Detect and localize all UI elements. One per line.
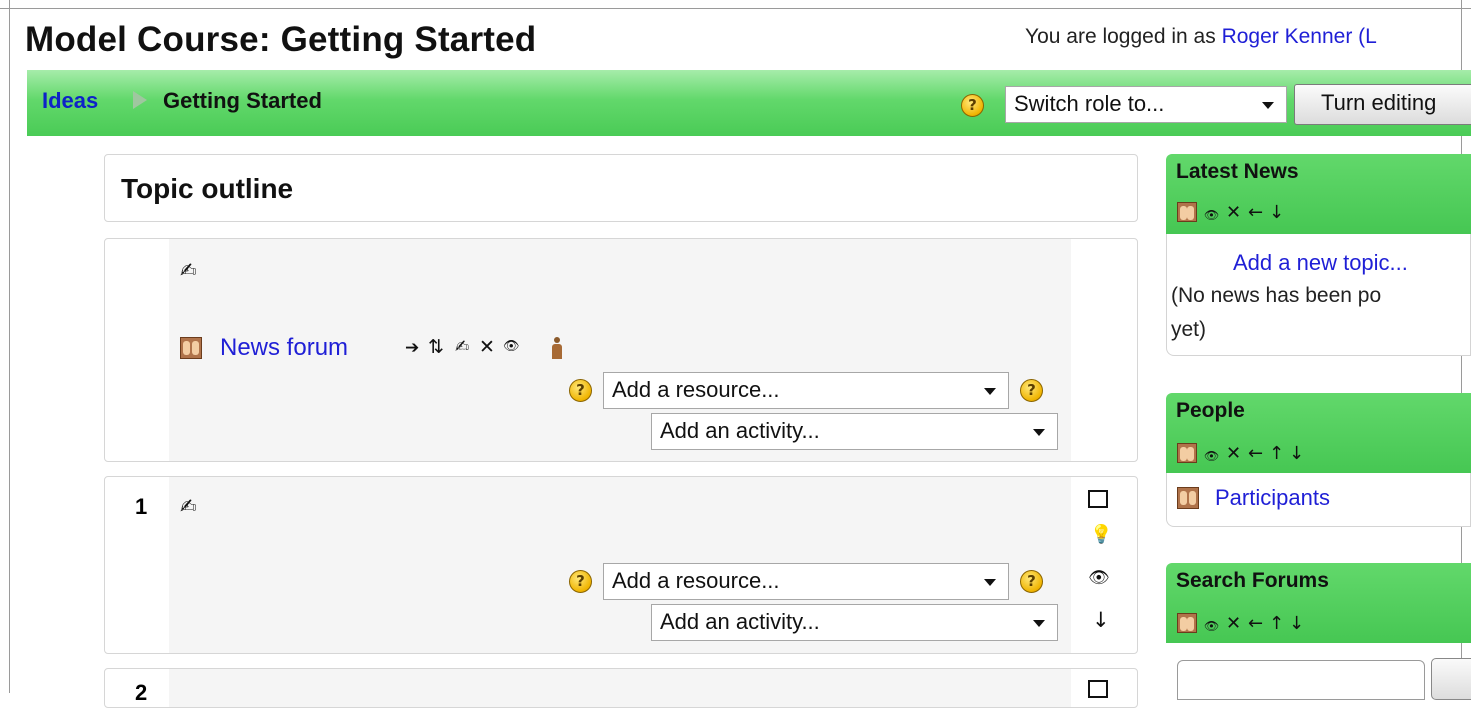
add-activity-select[interactable]: Add an activity... [651,413,1058,450]
move-down-icon[interactable]: ↓ [1092,610,1110,631]
move-left-icon[interactable]: ← [1248,204,1263,222]
section-2-number: 2 [135,680,148,705]
move-left-icon[interactable]: ← [1248,615,1263,633]
add-new-topic-link[interactable]: Add a new topic... [1233,250,1408,276]
add-activity-select[interactable]: Add an activity... [651,604,1058,641]
course-section-2 [104,668,1138,708]
chevron-down-icon [1033,429,1045,436]
move-up-icon[interactable]: ↑ [1269,615,1284,633]
hide-block-icon[interactable]: 👁 [1204,450,1219,462]
frame-top-border [0,8,1471,9]
search-forums-button[interactable] [1431,658,1471,700]
delete-block-icon[interactable]: ✕ [1226,445,1241,463]
login-info: You are logged in as Roger Kenner (L [1025,25,1377,49]
switch-role-help-icon[interactable]: ? [961,94,984,117]
add-activity-help-icon[interactable]: ? [1020,570,1043,593]
breadcrumb-separator-icon [133,91,147,109]
no-news-text-cont: yet) [1171,318,1207,341]
latest-news-block-header: Latest News [1166,154,1471,234]
no-news-text: (No news has been po [1171,284,1382,307]
participants-icon [1177,487,1199,509]
hide-block-icon[interactable]: 👁 [1204,620,1219,632]
turn-editing-button[interactable]: Turn editing [1294,84,1471,125]
add-activity-select-value: Add an activity... [660,609,820,634]
topic-outline-header: Topic outline [104,154,1138,222]
move-down-icon[interactable]: ↓ [1269,204,1284,222]
group-mode-icon[interactable] [552,337,562,359]
logout-link[interactable]: (L [1358,25,1377,48]
add-resource-help-icon[interactable]: ? [569,570,592,593]
edit-summary-icon[interactable]: ✍ [180,260,197,280]
breadcrumb-current: Getting Started [163,88,322,113]
add-activity-select-value: Add an activity... [660,418,820,443]
highlight-bulb-icon[interactable]: 💡 [1090,526,1112,544]
people-title: People [1176,399,1245,422]
latest-news-title: Latest News [1176,160,1299,183]
move-left-icon[interactable]: ← [1248,445,1263,463]
section-2-content [169,669,1071,707]
assign-roles-icon[interactable] [1177,613,1197,633]
assign-roles-icon[interactable] [1177,443,1197,463]
chevron-down-icon [984,579,996,586]
switch-role-select-value: Switch role to... [1014,91,1165,116]
add-resource-select[interactable]: Add a resource... [603,372,1009,409]
participants-link[interactable]: Participants [1215,485,1330,511]
add-resource-select-value: Add a resource... [612,568,780,593]
hide-block-icon[interactable]: 👁 [1204,209,1219,221]
login-prefix: You are logged in as [1025,25,1216,48]
people-block-body: Participants [1166,473,1471,527]
frame-left-border [9,0,10,693]
search-forums-input[interactable] [1177,660,1425,700]
add-resource-select-value: Add a resource... [612,377,780,402]
edit-summary-icon[interactable]: ✍ [180,496,197,516]
course-title: Model Course: Getting Started [25,20,537,59]
user-profile-link[interactable]: Roger Kenner [1222,25,1353,48]
edit-icon[interactable]: ✍ [455,339,469,356]
move-down-icon[interactable]: ↓ [1289,445,1304,463]
topic-outline-title: Topic outline [121,173,294,204]
chevron-down-icon [1033,620,1045,627]
forum-icon [180,337,202,359]
assign-roles-icon[interactable] [1177,202,1197,222]
move-icon[interactable]: ⇅ [428,338,444,357]
chevron-down-icon [1262,102,1274,109]
delete-block-icon[interactable]: ✕ [1226,615,1241,633]
mark-current-box-icon[interactable] [1088,680,1108,698]
switch-role-select[interactable]: Switch role to... [1005,86,1287,123]
chevron-down-icon [984,388,996,395]
add-activity-help-icon[interactable]: ? [1020,379,1043,402]
eye-icon[interactable]: 👁 [1088,570,1110,587]
breadcrumb-ideas-link[interactable]: Ideas [42,88,98,114]
move-down-icon[interactable]: ↓ [1289,615,1304,633]
mark-current-box-icon[interactable] [1088,490,1108,508]
delete-block-icon[interactable]: ✕ [1226,204,1241,222]
news-forum-link[interactable]: News forum [220,334,348,362]
show-hide-icon[interactable]: 👁 [503,340,520,353]
move-right-icon[interactable]: ➔ [405,340,419,357]
add-resource-help-icon[interactable]: ? [569,379,592,402]
delete-icon[interactable]: ✕ [479,338,495,357]
search-forums-title: Search Forums [1176,569,1329,592]
section-1-number: 1 [135,494,148,519]
latest-news-block-body: Add a new topic... (No news has been po … [1166,234,1471,356]
move-up-icon[interactable]: ↑ [1269,445,1284,463]
add-resource-select[interactable]: Add a resource... [603,563,1009,600]
